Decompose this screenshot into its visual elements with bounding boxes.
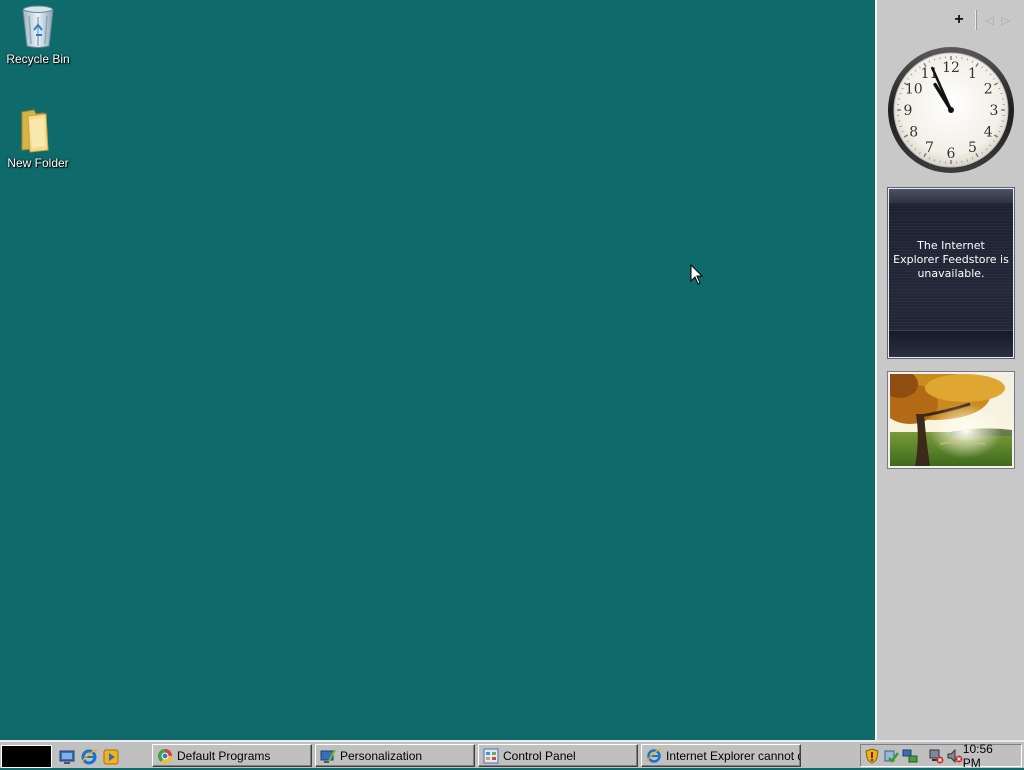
recycle-bin-shortcut[interactable]: Recycle Bin bbox=[0, 2, 76, 66]
default-programs-icon bbox=[157, 748, 173, 764]
tray-clock-time[interactable]: 10:56 PM bbox=[963, 742, 1014, 770]
feed-error-message: The Internet Explorer Feedstore is unava… bbox=[889, 239, 1013, 281]
autumn-tree-image bbox=[890, 374, 1012, 466]
task-label: Default Programs bbox=[177, 749, 270, 763]
taskbar-button-default-programs[interactable]: Default Programs bbox=[152, 744, 312, 767]
taskbar-button-control-panel[interactable]: Control Panel bbox=[478, 744, 638, 767]
clock-numeral: 1 bbox=[968, 66, 977, 82]
mouse-pointer-icon bbox=[690, 264, 704, 286]
internet-explorer-icon bbox=[646, 748, 662, 764]
network-disconnected-icon[interactable] bbox=[928, 748, 944, 764]
new-folder-shortcut[interactable]: New Folder bbox=[0, 106, 76, 170]
feed-headlines-gadget[interactable]: The Internet Explorer Feedstore is unava… bbox=[888, 188, 1014, 358]
clock-numeral: 9 bbox=[904, 103, 913, 119]
clock-numeral: 4 bbox=[984, 125, 993, 141]
toolbar-separator bbox=[975, 10, 977, 30]
media-player-icon[interactable] bbox=[102, 748, 120, 766]
control-panel-icon bbox=[483, 748, 499, 764]
personalization-icon bbox=[320, 748, 336, 764]
start-button[interactable] bbox=[1, 745, 52, 768]
clock-numeral: 7 bbox=[925, 140, 934, 156]
sidebar-toolbar: + ◁ ▷ bbox=[951, 10, 1010, 30]
system-tray: 10:56 PM bbox=[860, 744, 1022, 767]
task-label: Internet Explorer cannot d... bbox=[666, 749, 801, 763]
speaker-muted-icon[interactable] bbox=[947, 748, 963, 764]
clock-numeral: 2 bbox=[984, 82, 993, 98]
taskbar-button-internet-explorer[interactable]: Internet Explorer cannot d... bbox=[641, 744, 801, 767]
clock-numeral: 5 bbox=[968, 140, 977, 156]
clock-numeral: 10 bbox=[905, 82, 923, 98]
task-label: Personalization bbox=[340, 749, 422, 763]
add-gadget-button[interactable]: + bbox=[951, 12, 967, 28]
previous-page-button[interactable]: ◁ bbox=[985, 14, 993, 27]
windows-sidebar: + ◁ ▷ 121234567891011 The Internet Explo… bbox=[875, 0, 1024, 740]
network-icon[interactable] bbox=[902, 748, 918, 764]
security-shield-icon[interactable] bbox=[864, 748, 880, 764]
clock-numeral: 6 bbox=[947, 146, 956, 162]
desktop[interactable]: Recycle Bin New Folder bbox=[0, 0, 875, 740]
slideshow-gadget[interactable] bbox=[888, 372, 1014, 468]
next-page-button[interactable]: ▷ bbox=[1002, 14, 1010, 27]
clock-numeral: 12 bbox=[942, 60, 960, 76]
quick-launch-bar bbox=[58, 747, 120, 767]
taskbar-button-personalization[interactable]: Personalization bbox=[315, 744, 475, 767]
taskbar: Default Programs Personalization Control… bbox=[0, 740, 1024, 768]
folder-icon bbox=[14, 106, 62, 154]
new-folder-label: New Folder bbox=[0, 156, 76, 170]
feed-bottom-bar bbox=[889, 330, 1013, 357]
clock-numeral: 3 bbox=[990, 103, 999, 119]
task-label: Control Panel bbox=[503, 749, 576, 763]
security-center-icon[interactable] bbox=[883, 748, 899, 764]
internet-explorer-icon[interactable] bbox=[80, 748, 98, 766]
recycle-bin-icon bbox=[14, 2, 62, 50]
clock-numeral: 8 bbox=[909, 125, 918, 141]
clock-gadget[interactable]: 121234567891011 bbox=[887, 46, 1015, 174]
show-desktop-icon[interactable] bbox=[58, 748, 76, 766]
recycle-bin-label: Recycle Bin bbox=[0, 52, 76, 66]
